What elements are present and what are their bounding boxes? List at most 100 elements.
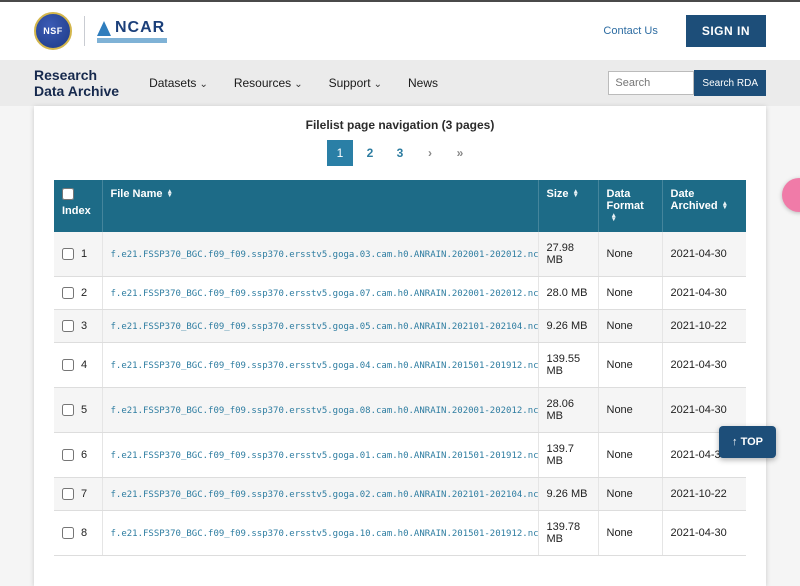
ncar-logo-top: NCAR <box>97 20 167 36</box>
page-last-icon[interactable]: » <box>447 140 473 166</box>
table-row: 8 f.e21.FSSP370_BGC.f09_f09.ssp370.ersst… <box>54 511 746 556</box>
row-index: 4 <box>81 359 87 371</box>
back-to-top-button[interactable]: ↑ TOP <box>719 426 776 458</box>
search-area: Search RDA <box>608 70 766 96</box>
table-row: 6 f.e21.FSSP370_BGC.f09_f09.ssp370.ersst… <box>54 433 746 478</box>
header-file-name[interactable]: File Name▲▼ <box>102 180 538 232</box>
header-index[interactable]: Index <box>54 180 102 232</box>
page-3[interactable]: 3 <box>387 140 413 166</box>
nsf-logo-text: NSF <box>43 26 63 36</box>
file-size: 28.0 MB <box>538 277 598 310</box>
table-row: 2 f.e21.FSSP370_BGC.f09_f09.ssp370.ersst… <box>54 277 746 310</box>
chevron-down-icon: ⌄ <box>294 79 302 90</box>
row-checkbox[interactable] <box>62 404 74 416</box>
file-link[interactable]: f.e21.FSSP370_BGC.f09_f09.ssp370.ersstv5… <box>111 250 539 260</box>
row-index: 2 <box>81 287 87 299</box>
row-checkbox[interactable] <box>62 287 74 299</box>
nav-datasets[interactable]: Datasets⌄ <box>149 76 208 90</box>
table-row: 7 f.e21.FSSP370_BGC.f09_f09.ssp370.ersst… <box>54 478 746 511</box>
table-header: Index File Name▲▼ Size▲▼ Data Format▲▼ D… <box>54 180 746 232</box>
file-date: 2021-04-30 <box>662 343 746 388</box>
chevron-down-icon: ⌄ <box>199 79 207 90</box>
page-1[interactable]: 1 <box>327 140 353 166</box>
row-checkbox[interactable] <box>62 320 74 332</box>
file-date: 2021-04-30 <box>662 277 746 310</box>
header-date-archived[interactable]: Date Archived▲▼ <box>662 180 746 232</box>
file-size: 9.26 MB <box>538 478 598 511</box>
site-header: NSF NCAR Contact Us SIGN IN <box>0 2 800 60</box>
row-index: 3 <box>81 320 87 332</box>
header-index-label: Index <box>62 205 91 217</box>
row-index: 5 <box>81 404 87 416</box>
file-size: 139.7 MB <box>538 433 598 478</box>
file-link[interactable]: f.e21.FSSP370_BGC.f09_f09.ssp370.ersstv5… <box>111 451 539 461</box>
main-content: Filelist page navigation (3 pages) 123›»… <box>0 106 800 466</box>
table-row: 3 f.e21.FSSP370_BGC.f09_f09.ssp370.ersst… <box>54 310 746 343</box>
file-format: None <box>598 478 662 511</box>
row-checkbox[interactable] <box>62 248 74 260</box>
logo-divider <box>84 16 85 46</box>
file-date: 2021-10-22 <box>662 478 746 511</box>
nav-support[interactable]: Support⌄ <box>329 76 382 90</box>
ncar-logo-subbar <box>97 38 167 43</box>
row-checkbox[interactable] <box>62 488 74 500</box>
file-format: None <box>598 511 662 556</box>
row-checkbox[interactable] <box>62 449 74 461</box>
main-navbar: Research Data Archive Datasets⌄ Resources… <box>0 60 800 106</box>
file-format: None <box>598 232 662 277</box>
select-all-checkbox[interactable] <box>62 188 74 200</box>
file-date: 2021-04-30 <box>662 511 746 556</box>
site-brand[interactable]: Research Data Archive <box>34 67 119 99</box>
file-size: 27.98 MB <box>538 232 598 277</box>
file-format: None <box>598 388 662 433</box>
row-checkbox[interactable] <box>62 527 74 539</box>
header-data-format[interactable]: Data Format▲▼ <box>598 180 662 232</box>
file-link[interactable]: f.e21.FSSP370_BGC.f09_f09.ssp370.ersstv5… <box>111 322 539 332</box>
row-index: 8 <box>81 527 87 539</box>
page-next-icon[interactable]: › <box>417 140 443 166</box>
header-size[interactable]: Size▲▼ <box>538 180 598 232</box>
row-index: 6 <box>81 449 87 461</box>
nav-links: Datasets⌄ Resources⌄ Support⌄ News <box>149 76 438 90</box>
header-actions: Contact Us SIGN IN <box>603 15 766 47</box>
file-link[interactable]: f.e21.FSSP370_BGC.f09_f09.ssp370.ersstv5… <box>111 529 539 539</box>
ncar-logo[interactable]: NCAR <box>97 20 167 43</box>
file-link[interactable]: f.e21.FSSP370_BGC.f09_f09.ssp370.ersstv5… <box>111 406 539 416</box>
file-link[interactable]: f.e21.FSSP370_BGC.f09_f09.ssp370.ersstv5… <box>111 490 539 500</box>
sign-in-button[interactable]: SIGN IN <box>686 15 766 47</box>
contact-us-link[interactable]: Contact Us <box>603 25 657 37</box>
nav-resources[interactable]: Resources⌄ <box>234 76 303 90</box>
pagination: 123›» <box>54 140 746 166</box>
pagination-title: Filelist page navigation (3 pages) <box>54 118 746 132</box>
brand-line-1: Research <box>34 67 119 83</box>
file-link[interactable]: f.e21.FSSP370_BGC.f09_f09.ssp370.ersstv5… <box>111 361 539 371</box>
file-link[interactable]: f.e21.FSSP370_BGC.f09_f09.ssp370.ersstv5… <box>111 289 539 299</box>
sort-icon[interactable]: ▲▼ <box>611 214 617 222</box>
table-row: 1 f.e21.FSSP370_BGC.f09_f09.ssp370.ersst… <box>54 232 746 277</box>
file-format: None <box>598 343 662 388</box>
chevron-down-icon: ⌄ <box>374 79 382 90</box>
file-date: 2021-04-30 <box>662 232 746 277</box>
search-input[interactable] <box>608 71 694 95</box>
nsf-logo[interactable]: NSF <box>34 12 72 50</box>
row-checkbox[interactable] <box>62 359 74 371</box>
file-format: None <box>598 277 662 310</box>
file-date: 2021-10-22 <box>662 310 746 343</box>
sort-icon[interactable]: ▲▼ <box>722 202 728 210</box>
filelist-table: Index File Name▲▼ Size▲▼ Data Format▲▼ D… <box>54 180 746 556</box>
back-to-top-label: ↑ TOP <box>732 436 763 448</box>
logo-group: NSF NCAR <box>34 12 167 50</box>
page-2[interactable]: 2 <box>357 140 383 166</box>
file-size: 9.26 MB <box>538 310 598 343</box>
table-body: 1 f.e21.FSSP370_BGC.f09_f09.ssp370.ersst… <box>54 232 746 556</box>
file-size: 139.55 MB <box>538 343 598 388</box>
sort-icon[interactable]: ▲▼ <box>573 190 579 198</box>
ncar-flag-icon <box>97 21 111 36</box>
file-size: 139.78 MB <box>538 511 598 556</box>
sort-icon[interactable]: ▲▼ <box>166 190 172 198</box>
search-rda-button[interactable]: Search RDA <box>694 70 766 96</box>
filelist-card: Filelist page navigation (3 pages) 123›»… <box>34 106 766 586</box>
file-format: None <box>598 310 662 343</box>
nav-news[interactable]: News <box>408 76 438 90</box>
ncar-logo-text: NCAR <box>115 20 165 36</box>
